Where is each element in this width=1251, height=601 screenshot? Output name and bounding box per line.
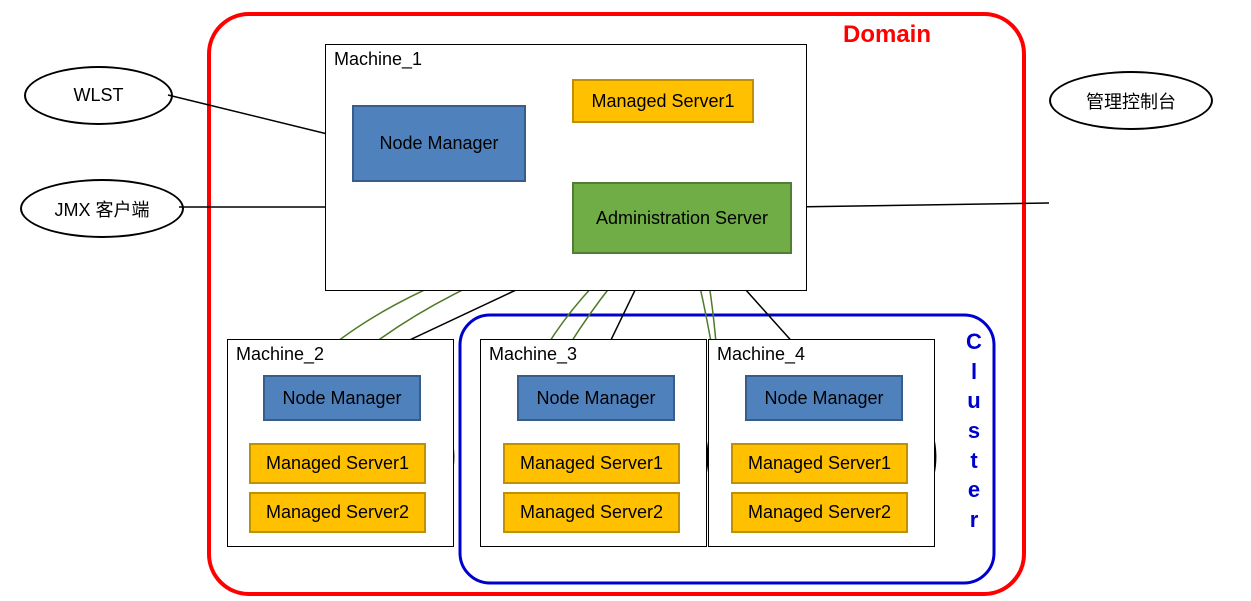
- admin-console-label: 管理控制台: [1086, 88, 1176, 114]
- cluster-letter: l: [971, 359, 977, 384]
- nm-text: Node Manager: [282, 388, 401, 409]
- machine1-managed-server1: Managed Server1: [572, 79, 754, 123]
- cluster-letter: r: [970, 507, 979, 532]
- ms-text: Managed Server1: [266, 453, 409, 474]
- machine3-managed-server2: Managed Server2: [503, 492, 680, 533]
- ms-text: Managed Server1: [748, 453, 891, 474]
- machine4-managed-server2: Managed Server2: [731, 492, 908, 533]
- machine-1-label: Machine_1: [334, 49, 422, 70]
- domain-label: Domain: [843, 21, 931, 49]
- machine2-managed-server1: Managed Server1: [249, 443, 426, 484]
- node-manager-text: Node Manager: [379, 133, 498, 154]
- wlst-label: WLST: [73, 85, 123, 106]
- admin-server: Administration Server: [572, 182, 792, 254]
- admin-server-text: Administration Server: [596, 208, 768, 229]
- machine-3-label: Machine_3: [489, 344, 577, 365]
- machine4-managed-server1: Managed Server1: [731, 443, 908, 484]
- nm-text: Node Manager: [536, 388, 655, 409]
- machine2-managed-server2: Managed Server2: [249, 492, 426, 533]
- machine2-node-manager: Node Manager: [263, 375, 421, 421]
- cluster-letter: C: [966, 329, 982, 354]
- nm-text: Node Manager: [764, 388, 883, 409]
- machine3-managed-server1: Managed Server1: [503, 443, 680, 484]
- ms-text: Managed Server1: [520, 453, 663, 474]
- ms-text: Managed Server2: [748, 502, 891, 523]
- machine3-node-manager: Node Manager: [517, 375, 675, 421]
- machine-2-label: Machine_2: [236, 344, 324, 365]
- cluster-letter: e: [968, 477, 980, 502]
- ms-text: Managed Server2: [520, 502, 663, 523]
- cluster-label: C l u s t e r: [961, 327, 987, 535]
- machine-4-label: Machine_4: [717, 344, 805, 365]
- cluster-letter: t: [970, 448, 977, 473]
- admin-console-ellipse: 管理控制台: [1049, 71, 1213, 130]
- cluster-letter: s: [968, 418, 980, 443]
- wlst-ellipse: WLST: [24, 66, 173, 125]
- ms-text: Managed Server2: [266, 502, 409, 523]
- jmx-client-ellipse: JMX 客户端: [20, 179, 184, 238]
- machine1-node-manager: Node Manager: [352, 105, 526, 182]
- ms1-text: Managed Server1: [591, 91, 734, 112]
- machine4-node-manager: Node Manager: [745, 375, 903, 421]
- cluster-letter: u: [967, 388, 980, 413]
- jmx-label: JMX 客户端: [54, 196, 149, 222]
